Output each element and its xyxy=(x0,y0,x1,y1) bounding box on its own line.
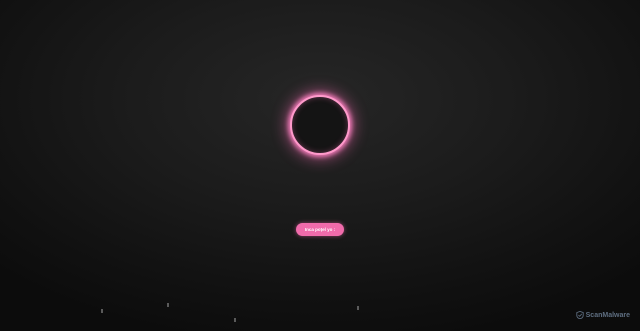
floating-particle xyxy=(357,306,359,310)
floating-particle xyxy=(167,303,169,307)
watermark-text: ScanMalware xyxy=(585,311,630,319)
cta-button[interactable]: Inca poțel yo : xyxy=(296,223,344,236)
scanmalware-logo-icon xyxy=(576,311,584,319)
glowing-ring xyxy=(290,95,350,155)
floating-particle xyxy=(101,309,103,313)
watermark: ScanMalware xyxy=(576,311,630,319)
floating-particle xyxy=(234,318,236,322)
